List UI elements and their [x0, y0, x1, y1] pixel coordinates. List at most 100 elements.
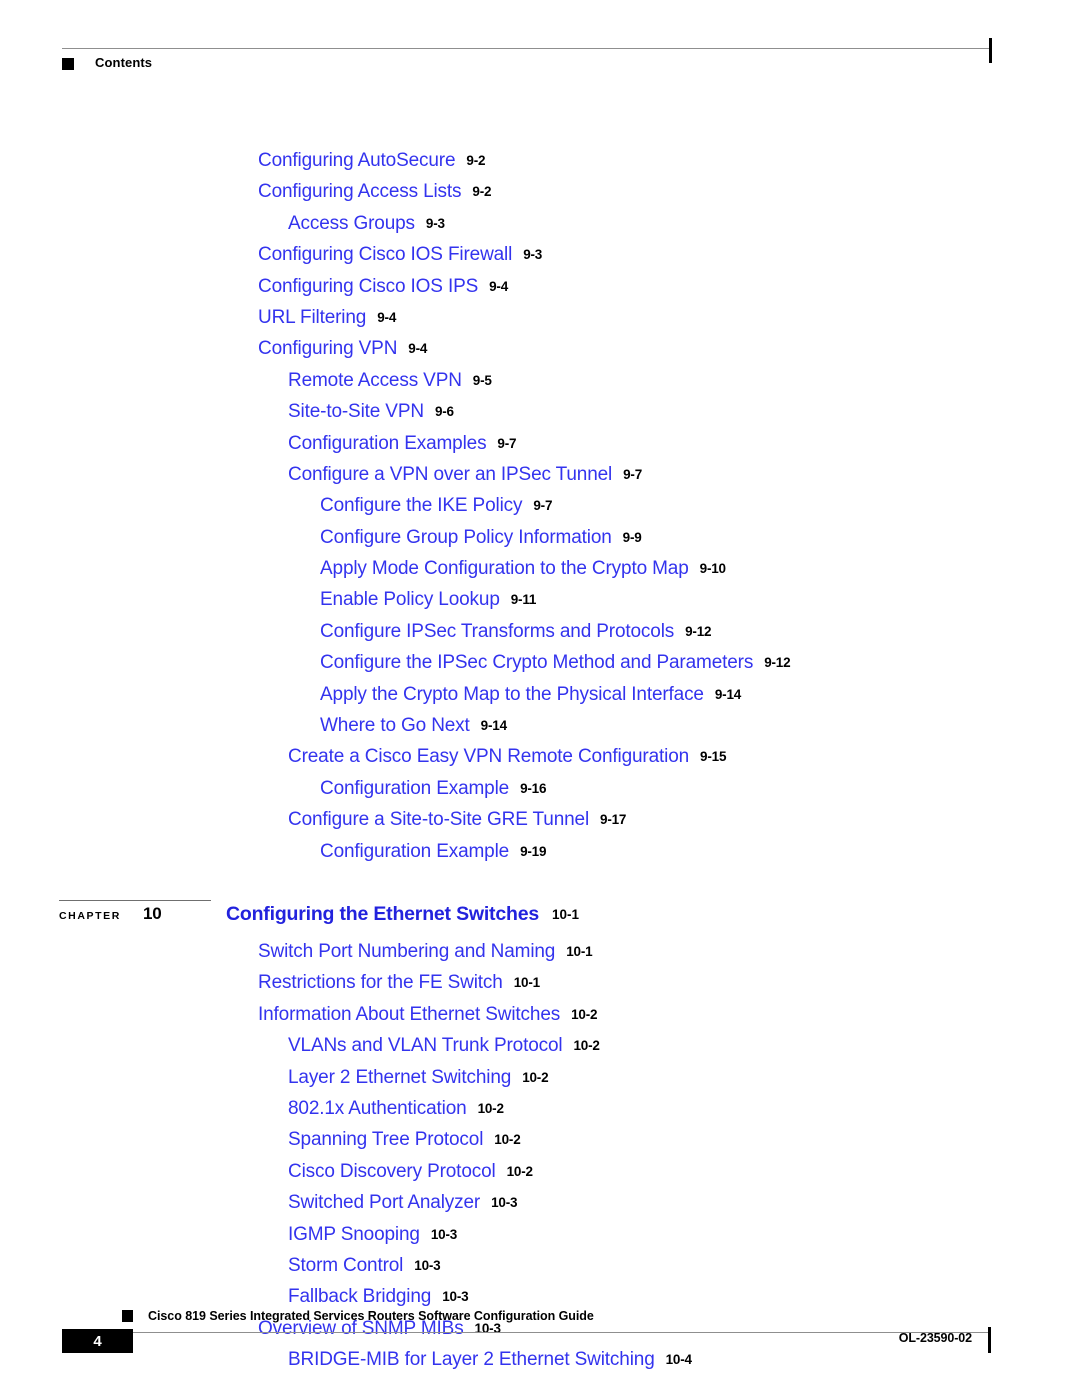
toc-entry[interactable]: BRIDGE-MIB for Layer 2 Ethernet Switchin…: [0, 1349, 1080, 1380]
toc-entry-title[interactable]: Information About Ethernet Switches: [258, 1004, 560, 1025]
toc-entry-page: 9-7: [533, 498, 553, 514]
chapter-divider-rule: [59, 900, 211, 901]
header-title: Contents: [95, 55, 153, 70]
toc-entry-title[interactable]: Site-to-Site VPN: [288, 401, 424, 422]
toc-entry-page: 9-7: [497, 435, 517, 451]
toc-entry[interactable]: Information About Ethernet Switches 10-2: [0, 1004, 1080, 1035]
toc-entry[interactable]: Where to Go Next 9-14: [0, 715, 1080, 746]
toc-entry-title[interactable]: Storm Control: [288, 1255, 403, 1276]
toc-entry-page: 9-11: [510, 592, 537, 608]
toc-entry[interactable]: Configure a Site-to-Site GRE Tunnel 9-17: [0, 809, 1080, 840]
toc-entry[interactable]: Spanning Tree Protocol 10-2: [0, 1129, 1080, 1160]
toc-entry-title[interactable]: Configure IPSec Transforms and Protocols: [320, 621, 674, 642]
toc-entry[interactable]: Remote Access VPN 9-5: [0, 370, 1080, 401]
toc-entry[interactable]: Storm Control 10-3: [0, 1255, 1080, 1286]
toc-entry-page: 9-3: [523, 247, 543, 263]
toc-entry[interactable]: Configuring VPN 9-4: [0, 338, 1080, 369]
toc-entry-title[interactable]: Configuring AutoSecure: [258, 150, 456, 171]
toc-entry-title[interactable]: Configure the IPSec Crypto Method and Pa…: [320, 652, 753, 673]
toc-entry-title[interactable]: Configuring Cisco IOS IPS: [258, 276, 478, 297]
toc-entry-page: 10-3: [414, 1257, 441, 1273]
toc-entry[interactable]: Configure a VPN over an IPSec Tunnel 9-7: [0, 464, 1080, 495]
toc-entry-page: 10-3: [491, 1195, 518, 1211]
toc-entry[interactable]: VLANs and VLAN Trunk Protocol 10-2: [0, 1035, 1080, 1066]
toc-entry-title[interactable]: Configure Group Policy Information: [320, 527, 612, 548]
toc-entry[interactable]: Layer 2 Ethernet Switching 10-2: [0, 1067, 1080, 1098]
toc-entry-title[interactable]: Enable Policy Lookup: [320, 589, 500, 610]
toc-entry-page: 9-12: [764, 655, 791, 671]
toc-entry-title[interactable]: IGMP Snooping: [288, 1224, 420, 1245]
toc-entry-title[interactable]: Create a Cisco Easy VPN Remote Configura…: [288, 746, 689, 767]
toc-entry-title[interactable]: Cisco Discovery Protocol: [288, 1161, 496, 1182]
toc-entry-title[interactable]: Where to Go Next: [320, 715, 470, 736]
toc-entry-title[interactable]: Configuration Example: [320, 841, 509, 862]
toc-entry-page: 10-1: [513, 975, 540, 991]
toc-entry[interactable]: Restrictions for the FE Switch 10-1: [0, 972, 1080, 1003]
toc-entry-page: 9-16: [520, 780, 547, 796]
toc-entry-page: 9-14: [480, 718, 507, 734]
toc-entry-title[interactable]: Configuring VPN: [258, 338, 397, 359]
toc-entry[interactable]: Apply Mode Configuration to the Crypto M…: [0, 558, 1080, 589]
toc-entry-title[interactable]: Configuring Access Lists: [258, 181, 462, 202]
toc-entry-page: 9-6: [434, 404, 454, 420]
toc-entry-page: 10-3: [430, 1226, 458, 1242]
toc-entry-page: 9-17: [600, 812, 627, 828]
toc-entry-title[interactable]: Restrictions for the FE Switch: [258, 972, 503, 993]
toc-entry[interactable]: Configuration Example 9-19: [0, 841, 1080, 872]
toc-entry-page: 10-3: [442, 1289, 469, 1305]
toc-entry-title[interactable]: Apply the Crypto Map to the Physical Int…: [320, 684, 704, 705]
toc-entry-page: 9-4: [377, 309, 397, 325]
document-page: Contents Configuring AutoSecure 9-2 Config…: [0, 0, 1080, 1397]
toc-entry-page: 10-2: [477, 1100, 504, 1116]
toc-entry[interactable]: Site-to-Site VPN 9-6: [0, 401, 1080, 432]
toc-entry-title[interactable]: URL Filtering: [258, 307, 366, 328]
toc-entry-title[interactable]: 802.1x Authentication: [288, 1098, 467, 1119]
toc-entry[interactable]: Configuring Access Lists 9-2: [0, 181, 1080, 212]
toc-entry-title[interactable]: Switched Port Analyzer: [288, 1192, 480, 1213]
toc-entry-title[interactable]: Switch Port Numbering and Naming: [258, 941, 555, 962]
toc-entry[interactable]: Create a Cisco Easy VPN Remote Configura…: [0, 746, 1080, 777]
toc-entry[interactable]: Configuration Examples 9-7: [0, 433, 1080, 464]
toc-entry[interactable]: URL Filtering 9-4: [0, 307, 1080, 338]
toc-entry-title[interactable]: Configure a Site-to-Site GRE Tunnel: [288, 809, 589, 830]
toc-entry-title[interactable]: Remote Access VPN: [288, 370, 462, 391]
toc-entry[interactable]: Configure IPSec Transforms and Protocols…: [0, 621, 1080, 652]
toc-entry[interactable]: IGMP Snooping 10-3: [0, 1224, 1080, 1255]
toc-entry-page: 9-15: [700, 749, 727, 765]
toc-entry-title[interactable]: Configure the IKE Policy: [320, 495, 522, 516]
toc-entry[interactable]: Apply the Crypto Map to the Physical Int…: [0, 684, 1080, 715]
toc-entry-page: 9-12: [685, 623, 712, 639]
chapter-title-link[interactable]: Configuring the Ethernet Switches: [226, 903, 539, 925]
toc-entry-title[interactable]: Fallback Bridging: [288, 1286, 431, 1307]
toc-entry-page: 10-2: [506, 1163, 533, 1179]
toc-entry[interactable]: Configure the IPSec Crypto Method and Pa…: [0, 652, 1080, 683]
toc-entry[interactable]: Enable Policy Lookup 9-11: [0, 589, 1080, 620]
toc-entry[interactable]: Configuring Cisco IOS IPS 9-4: [0, 276, 1080, 307]
toc-entry-title[interactable]: Apply Mode Configuration to the Crypto M…: [320, 558, 689, 579]
toc-entry-page: 9-2: [472, 184, 492, 200]
toc-entry-title[interactable]: Spanning Tree Protocol: [288, 1129, 483, 1150]
chapter-title-row[interactable]: Configuring the Ethernet Switches 10-1: [226, 903, 579, 926]
toc-entry[interactable]: Configure the IKE Policy 9-7: [0, 495, 1080, 526]
toc-entry[interactable]: 802.1x Authentication 10-2: [0, 1098, 1080, 1129]
toc-entry-page: 9-19: [520, 843, 547, 859]
toc-entry-page: 10-2: [573, 1038, 600, 1054]
toc-entry[interactable]: Configure Group Policy Information 9-9: [0, 527, 1080, 558]
toc-entry[interactable]: Configuration Example 9-16: [0, 778, 1080, 809]
toc-entry[interactable]: Switched Port Analyzer 10-3: [0, 1192, 1080, 1223]
toc-entry-title[interactable]: VLANs and VLAN Trunk Protocol: [288, 1035, 563, 1056]
page-header: Contents: [0, 0, 1080, 90]
toc-entry-title[interactable]: BRIDGE-MIB for Layer 2 Ethernet Switchin…: [288, 1349, 655, 1370]
toc-entry[interactable]: Configuring AutoSecure 9-2: [0, 150, 1080, 181]
toc-entry-title[interactable]: Configuration Examples: [288, 433, 487, 454]
toc-entry[interactable]: Access Groups 9-3: [0, 213, 1080, 244]
header-rule-end-tick: [989, 38, 992, 63]
toc-entry-title[interactable]: Layer 2 Ethernet Switching: [288, 1067, 511, 1088]
toc-entry[interactable]: Switch Port Numbering and Naming 10-1: [0, 941, 1080, 972]
toc-entry-title[interactable]: Configure a VPN over an IPSec Tunnel: [288, 464, 612, 485]
toc-entry-title[interactable]: Configuring Cisco IOS Firewall: [258, 244, 512, 265]
toc-entry-title[interactable]: Configuration Example: [320, 778, 509, 799]
toc-entry-title[interactable]: Access Groups: [288, 213, 415, 234]
toc-entry[interactable]: Configuring Cisco IOS Firewall 9-3: [0, 244, 1080, 275]
toc-entry[interactable]: Cisco Discovery Protocol 10-2: [0, 1161, 1080, 1192]
